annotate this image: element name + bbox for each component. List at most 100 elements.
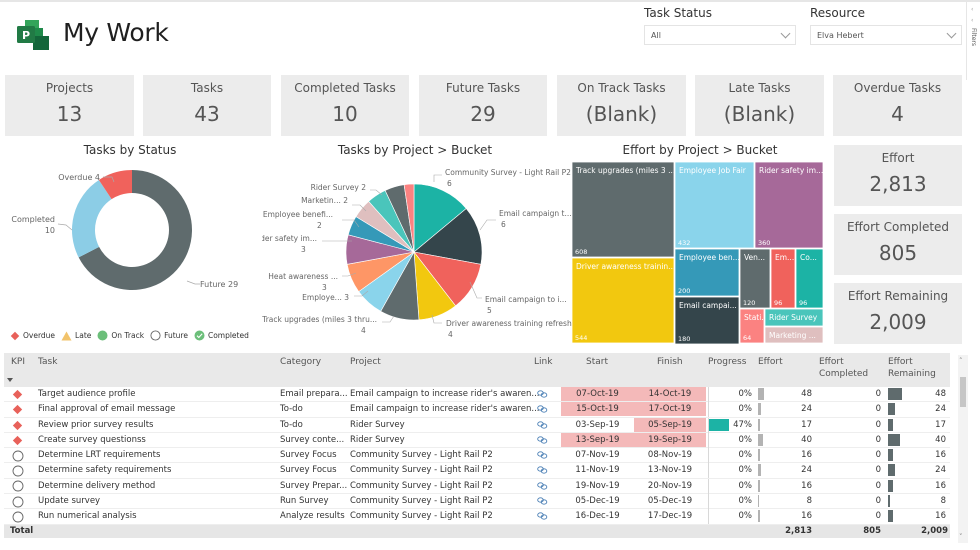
task-project: Community Survey - Light Rail P2 [350,450,493,461]
scroll-down-icon[interactable]: ˅ [959,533,963,541]
pie-label: Employe... 3 [302,293,349,302]
treemap-tile[interactable]: Employee Job Fair 432 [674,161,755,249]
leader-line [433,174,442,182]
kpi-card-overdue-tasks[interactable]: Overdue Tasks 4 [833,75,962,136]
link-icon[interactable] [537,390,548,398]
treemap-tile[interactable]: Employee ben... 200 [674,248,740,297]
column-header-start[interactable]: Start [586,356,608,368]
treemap-tile[interactable]: Em... 96 [770,248,796,309]
column-header-finish[interactable]: Finish [657,356,683,368]
treemap-tile[interactable]: Marketing ... [764,326,824,344]
legend-label: Completed [207,331,249,340]
kpi-card-projects[interactable]: Projects 13 [5,75,134,136]
finish-date-cell: 13-Nov-19 [634,463,706,477]
treemap-value: 432 [678,239,690,247]
column-header-link[interactable]: Link [534,356,552,368]
kpi-card-on-track-tasks[interactable]: On Track Tasks (Blank) [557,75,686,136]
kpi-label: Future Tasks [445,81,521,95]
treemap-tile[interactable]: Rider Survey [764,308,824,327]
treemap-tile[interactable]: Driver awareness trainin... 544 [571,257,675,344]
table-row[interactable]: Review prior survey results To-do Rider Su… [4,417,950,433]
table-row[interactable]: Target audience profile Email prepara... E… [4,387,950,403]
column-header-category[interactable]: Category [280,356,321,368]
finish-date: 19-Sep-19 [648,434,692,445]
collapse-arrow-icon: ‹ [971,6,974,13]
donut-slice-completed[interactable] [72,179,112,258]
task-category: Survey Prepar... [280,480,348,491]
column-header-progress[interactable]: Progress [708,356,746,368]
finish-date-cell: 05-Sep-19 [634,417,706,432]
treemap-tile[interactable]: Email campai... 180 [674,296,740,344]
kpi-card-completed-tasks[interactable]: Completed Tasks 10 [281,75,409,136]
link-icon[interactable] [537,497,548,505]
svg-text:P: P [22,29,30,42]
column-header-task[interactable]: Task [38,356,57,368]
pie-value: 3 [301,245,306,254]
kpi-value: 43 [194,102,220,126]
effort-card[interactable]: Effort 2,813 [834,145,962,206]
treemap-tile[interactable]: Co... 96 [795,248,824,309]
scroll-up-icon[interactable]: ˄ [959,357,963,365]
table-row[interactable]: Determine safety requirements Survey Focu… [4,463,950,479]
progress-value: 0% [738,511,753,522]
filters-pane-toggle[interactable]: ‹ ‹ Filters [966,0,980,80]
link-icon[interactable] [537,420,548,429]
effort-by-project-treemap[interactable]: Track upgrades (miles 3 ...608Driver awa… [570,160,826,344]
table-row[interactable]: Create survey questionss Survey conte... R… [4,432,950,449]
treemap-value: 96 [774,299,782,307]
treemap-label: Ven... [744,253,765,262]
column-header-effort-remaining[interactable]: Effort Remaining [888,356,948,380]
treemap-value: 360 [758,239,770,247]
effort-value: 2,813 [869,172,927,196]
column-header-project[interactable]: Project [350,356,381,368]
table-scrollbar[interactable]: ˄ ˅ [958,355,968,543]
triangle-icon [61,331,72,340]
tasks-by-project-title: Tasks by Project > Bucket [337,143,493,157]
treemap-tile[interactable]: Rider safety im... 360 [754,161,824,249]
effort-remaining-value: 16 [935,480,946,491]
kpi-card-tasks[interactable]: Tasks 43 [143,75,271,136]
treemap-value: 120 [743,299,755,307]
column-header-effort-completed[interactable]: Effort Completed [819,356,879,380]
effort-completed-card[interactable]: Effort Completed 805 [834,214,962,275]
treemap-tile[interactable]: Ven... 120 [739,248,771,309]
effort-remaining-card[interactable]: Effort Remaining 2,009 [834,283,962,344]
pie-value: 3 [322,283,327,292]
treemap-value: 96 [799,299,807,307]
column-header-kpi[interactable]: KPI [11,356,25,368]
collapse-arrow-icon: ‹ [971,17,974,24]
task-status-dropdown[interactable]: All [644,25,796,45]
column-header-effort[interactable]: Effort [758,356,783,368]
tasks-by-status-donut[interactable]: Future 29 Completed 10 Overdue 4 [0,160,260,330]
link-icon[interactable] [537,436,548,444]
kpi-card-future-tasks[interactable]: Future Tasks 29 [419,75,547,136]
pie-value: 4 [361,326,366,335]
link-icon[interactable] [537,451,548,459]
table-row[interactable]: Determine LRT requirements Survey Focus Co… [4,448,950,464]
sort-descending-icon[interactable] [7,378,13,382]
progress-value: 0% [738,496,753,507]
table-row[interactable]: Final approval of email message To-do Emai… [4,402,950,418]
task-status-slicer: Task Status All [644,6,796,45]
treemap-tile[interactable]: Track upgrades (miles 3 ... 608 [571,161,675,258]
start-date: 13-Sep-19 [575,434,620,445]
pie-label: Rider Survey 2 [311,183,367,192]
pie-value: 6 [447,179,452,188]
link-icon[interactable] [537,405,548,413]
table-row[interactable]: Determine delivery method Survey Prepar..… [4,478,950,495]
table-row[interactable]: Update survey Run Survey Community Survey … [4,494,950,510]
resource-dropdown[interactable]: Elva Hebert [810,25,962,45]
start-date-cell: 13-Sep-19 [561,432,634,447]
pie-label: Community Survey - Light Rail P2 [445,168,571,177]
effort-completed-value: 0 [875,434,881,445]
pie-label: Track upgrades (miles 3 thru... [262,315,377,324]
link-icon[interactable] [537,482,548,490]
link-icon[interactable] [537,466,548,475]
tasks-by-project-pie[interactable]: Community Survey - Light Rail P2 6 Email c… [262,160,572,345]
scrollbar-thumb[interactable] [960,377,966,407]
treemap-tile[interactable]: Stati...64 [739,308,768,344]
task-name: Target audience profile [38,389,136,399]
table-row[interactable]: Run numerical analysis Analyze results Com… [4,509,950,525]
kpi-card-late-tasks[interactable]: Late Tasks (Blank) [695,75,824,136]
link-icon[interactable] [537,512,548,521]
